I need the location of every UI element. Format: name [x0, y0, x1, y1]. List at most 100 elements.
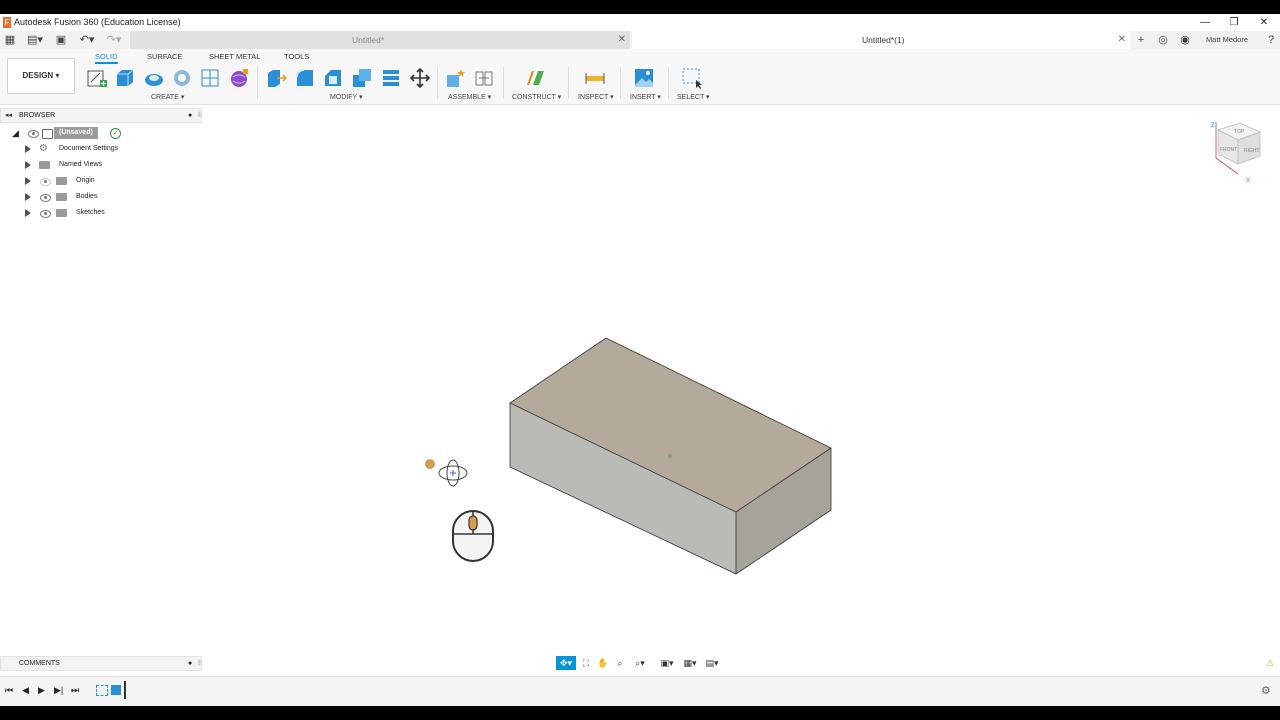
visibility-eye-icon[interactable] [28, 130, 39, 138]
go-to-end-icon[interactable]: ⏭ [71, 685, 79, 696]
timeline-marker[interactable] [124, 681, 126, 699]
visibility-eye-icon[interactable] [40, 194, 51, 202]
tab-solid[interactable]: SOLID [95, 52, 118, 64]
extrude-icon[interactable] [114, 67, 136, 89]
step-forward-icon[interactable]: ▶| [54, 685, 63, 696]
browser-header[interactable]: ◂◂ BROWSER ● ‖ [0, 108, 202, 123]
look-at-icon[interactable]: ⛶ [578, 656, 594, 670]
viewports-icon[interactable]: ▤▾ [701, 656, 723, 670]
joint-icon[interactable] [473, 67, 495, 89]
browser-item-bodies[interactable]: Bodies [24, 190, 164, 204]
offset-plane-icon[interactable] [524, 67, 546, 89]
browser-item-label: Named Views [59, 161, 103, 168]
expand-triangle-icon[interactable] [25, 209, 31, 217]
window-select-icon[interactable] [681, 67, 703, 89]
minimize-button[interactable]: — [1190, 14, 1220, 31]
browser-root[interactable]: ◢ (Unsaved) ✓ [10, 126, 130, 140]
tab-untitled[interactable]: Untitled* ✕ [130, 31, 630, 49]
redo-icon[interactable]: ↷▾ [103, 31, 125, 49]
undo-icon[interactable]: ↶▾ [76, 31, 98, 49]
new-tab-button[interactable]: + [1134, 31, 1148, 49]
move-icon[interactable] [409, 67, 431, 89]
close-button[interactable]: ✕ [1249, 14, 1279, 31]
chamfer-icon[interactable] [322, 67, 344, 89]
viewcube[interactable]: TOP FRONT RIGHT Z X [1206, 118, 1270, 184]
tab-untitled-1-close-icon[interactable]: ✕ [1118, 31, 1126, 49]
browser-item-document-settings[interactable]: ⚙ Document Settings [24, 142, 164, 156]
tab-sheet-metal[interactable]: SHEET METAL [209, 52, 260, 61]
user-name[interactable]: Matt Medore [1200, 31, 1254, 49]
collapse-browser-icon[interactable]: ◂◂ [5, 109, 12, 122]
app-grid-icon[interactable]: ▦ [3, 31, 17, 49]
shell-icon[interactable] [351, 67, 373, 89]
create-form-icon[interactable] [228, 67, 250, 89]
construct-menu[interactable]: CONSTRUCT ▾ [512, 93, 561, 101]
notifications-icon[interactable]: ◉ [1178, 31, 1192, 49]
insert-image-icon[interactable] [633, 67, 655, 89]
grid-settings-icon[interactable]: ▦▾ [679, 656, 701, 670]
job-status-icon[interactable]: ◎ [1156, 31, 1170, 49]
select-menu[interactable]: SELECT ▾ [677, 93, 710, 101]
step-back-icon[interactable]: ◀ [22, 685, 29, 696]
browser-item-named-views[interactable]: Named Views [24, 158, 164, 172]
top-black-strip [0, 0, 1280, 14]
expand-triangle-icon[interactable] [25, 145, 31, 153]
panel-grip-icon[interactable]: ‖ [198, 657, 201, 670]
folder-icon [56, 193, 67, 201]
save-icon[interactable]: ▣ [54, 31, 68, 49]
modify-menu[interactable]: MODIFY ▾ [330, 93, 363, 101]
expand-root-icon[interactable]: ◢ [12, 126, 19, 140]
expand-triangle-icon[interactable] [25, 193, 31, 201]
timeline-sketch-feature-icon[interactable] [96, 685, 108, 696]
maximize-button[interactable]: ❐ [1219, 14, 1249, 31]
inspect-menu[interactable]: INSPECT ▾ [578, 93, 614, 101]
folder-icon [39, 161, 50, 169]
revolve-icon[interactable] [143, 67, 165, 89]
orbit-navbar-icon[interactable]: ✥▾ [556, 656, 576, 670]
comments-panel[interactable]: COMMENTS ● ‖ [0, 656, 202, 671]
expand-triangle-icon[interactable] [25, 177, 31, 185]
expand-triangle-icon[interactable] [25, 161, 31, 169]
activate-icon[interactable]: ✓ [110, 128, 121, 139]
play-icon[interactable]: ▶ [38, 685, 45, 696]
viewcube-front-label[interactable]: FRONT [1220, 147, 1237, 153]
display-settings-icon[interactable]: ▣▾ [656, 656, 678, 670]
new-component-icon[interactable] [444, 67, 466, 89]
viewcube-right-label[interactable]: RIGHT [1244, 148, 1260, 154]
tab-untitled-close-icon[interactable]: ✕ [618, 31, 626, 49]
visibility-eye-icon[interactable] [40, 210, 51, 218]
orbit-cursor-icon [425, 459, 468, 487]
file-menu-icon[interactable]: ▤▾ [24, 31, 46, 49]
hidden-eye-icon[interactable] [40, 178, 51, 186]
loft-icon[interactable] [199, 67, 221, 89]
timeline-settings-gear-icon[interactable]: ⚙ [1261, 684, 1271, 697]
sweep-icon[interactable] [171, 67, 193, 89]
browser-pin-icon[interactable]: ● [188, 109, 192, 122]
timeline-extrude-feature-icon[interactable] [111, 685, 121, 695]
press-pull-icon[interactable] [265, 67, 287, 89]
assemble-menu[interactable]: ASSEMBLE ▾ [448, 93, 491, 101]
help-icon[interactable]: ? [1264, 31, 1278, 49]
viewcube-top-label[interactable]: TOP [1234, 129, 1245, 135]
tab-tools[interactable]: TOOLS [284, 52, 309, 61]
box-body[interactable] [500, 330, 840, 580]
workspace-switcher[interactable]: DESIGN ▾ [7, 58, 75, 94]
measure-icon[interactable] [584, 67, 606, 89]
fit-icon[interactable]: ⌕▾ [629, 656, 651, 670]
fillet-icon[interactable] [294, 67, 316, 89]
tab-surface[interactable]: SURFACE [147, 52, 182, 61]
combine-icon[interactable] [380, 67, 402, 89]
browser-item-label: Sketches [76, 209, 105, 216]
browser-item-origin[interactable]: Origin [24, 174, 164, 188]
zoom-icon[interactable]: ⌕ [612, 656, 628, 670]
create-sketch-icon[interactable] [86, 67, 108, 89]
warning-icon[interactable]: ⚠ [1262, 656, 1278, 670]
tab-untitled-1[interactable]: Untitled*(1) ✕ [632, 31, 1130, 49]
create-menu[interactable]: CREATE ▾ [151, 93, 184, 101]
browser-item-sketches[interactable]: Sketches [24, 206, 164, 220]
pan-hand-icon[interactable]: ✋ [595, 656, 611, 670]
insert-menu[interactable]: INSERT ▾ [630, 93, 661, 101]
comments-toggle-icon[interactable]: ● [188, 657, 192, 670]
go-to-start-icon[interactable]: ⏮ [5, 685, 13, 696]
panel-grip-icon[interactable]: ‖ [198, 109, 201, 122]
